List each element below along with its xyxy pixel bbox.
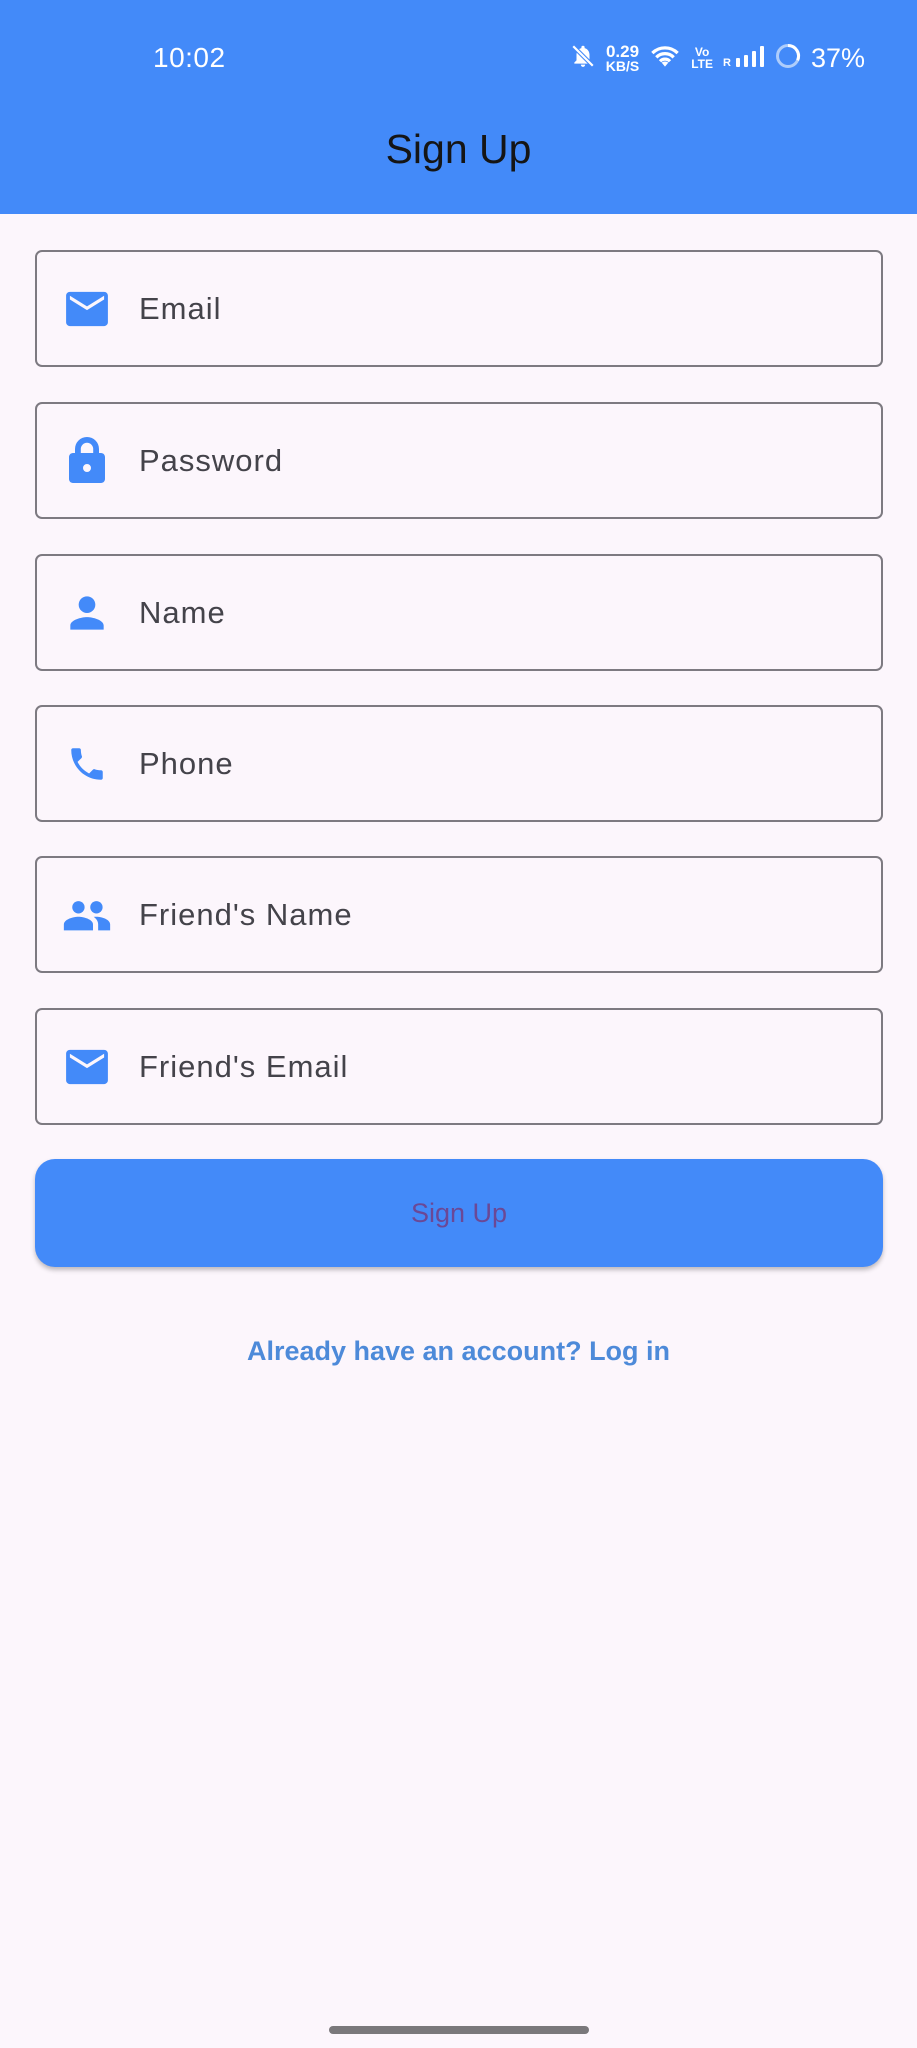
password-field[interactable] [35,402,883,519]
status-time: 10:02 [153,42,226,73]
page-title: Sign Up [385,126,532,172]
name-input[interactable] [139,556,859,669]
email-input[interactable] [139,252,859,365]
volte-indicator: Vo LTE [691,45,713,71]
battery-icon [775,43,801,74]
status-bar: 10:02 0.29 KB/S Vo LTE R 37% [0,0,917,118]
gesture-nav-handle[interactable] [329,2026,589,2034]
person-icon [63,589,111,637]
email-icon [63,285,111,333]
group-icon [63,891,111,939]
net-speed: 0.29 KB/S [605,41,640,74]
roaming-indicator: R [723,57,731,69]
bell-off-icon [570,42,596,75]
signal-icon [735,44,765,73]
phone-icon [63,740,111,788]
login-link[interactable]: Already have an account? Log in [0,1336,917,1367]
sign-up-button[interactable]: Sign Up [35,1159,883,1267]
email-icon [63,1043,111,1091]
password-input[interactable] [139,404,859,517]
phone-field[interactable] [35,705,883,822]
friend-email-field[interactable] [35,1008,883,1125]
friend-name-input[interactable] [139,858,859,971]
email-field[interactable] [35,250,883,367]
wifi-icon [649,42,681,75]
lock-icon [63,436,111,485]
friend-email-input[interactable] [139,1010,859,1123]
battery-percent: 37% [810,42,865,73]
status-icons: 0.29 KB/S Vo LTE R 37% [570,40,865,76]
friend-name-field[interactable] [35,856,883,973]
phone-input[interactable] [139,707,859,820]
app-bar: 10:02 0.29 KB/S Vo LTE R 37% Sign Up [0,0,917,214]
name-field[interactable] [35,554,883,671]
